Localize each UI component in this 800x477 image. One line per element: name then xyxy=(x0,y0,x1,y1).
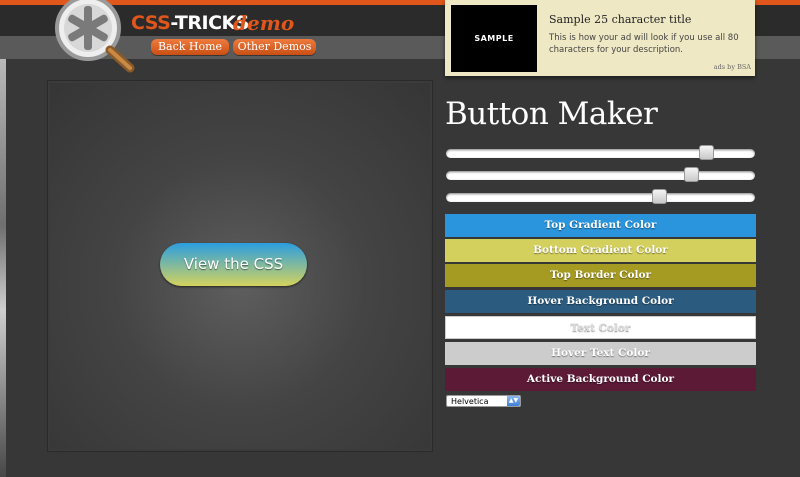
font-size-slider[interactable] xyxy=(446,189,755,204)
hover-text-color-swatch[interactable]: Hover Text Color xyxy=(445,342,756,365)
hover-background-color-swatch[interactable]: Hover Background Color xyxy=(445,290,756,313)
ad-title[interactable]: Sample 25 character title xyxy=(549,13,691,26)
font-select-value: Helvetica xyxy=(451,397,489,406)
active-background-color-swatch[interactable]: Active Background Color xyxy=(445,368,756,391)
site-logo-text[interactable]: CSS-TRICKS xyxy=(131,11,249,35)
bottom-gradient-color-swatch[interactable]: Bottom Gradient Color xyxy=(445,239,756,262)
other-demos-button[interactable]: Other Demos xyxy=(233,39,316,55)
magnifier-logo-icon[interactable] xyxy=(48,0,144,74)
top-gradient-color-swatch[interactable]: Top Gradient Color xyxy=(445,214,756,237)
padding-slider[interactable] xyxy=(446,167,755,182)
page-title: Button Maker xyxy=(445,96,658,132)
view-css-button[interactable]: View the CSS xyxy=(160,243,307,286)
logo-demo-label: demo xyxy=(233,11,295,35)
logo-css: CSS xyxy=(131,12,171,34)
ad-image[interactable]: SAMPLE xyxy=(451,5,537,72)
ad-byline[interactable]: ads by BSA xyxy=(714,63,751,71)
text-color-swatch[interactable]: Text Color xyxy=(445,316,756,339)
font-family-select[interactable]: Helvetica ▲▼ xyxy=(446,395,521,407)
slider-thumb[interactable] xyxy=(698,145,714,160)
slider-thumb[interactable] xyxy=(684,167,700,182)
left-edge-strip xyxy=(0,59,6,477)
border-radius-slider[interactable] xyxy=(446,145,755,160)
ad-description: This is how your ad will look if you use… xyxy=(549,33,739,55)
ad-banner[interactable]: SAMPLE Sample 25 character title This is… xyxy=(445,0,755,76)
back-home-button[interactable]: Back Home xyxy=(151,39,229,55)
top-border-color-swatch[interactable]: Top Border Color xyxy=(445,264,756,287)
select-arrows-icon: ▲▼ xyxy=(507,396,520,406)
slider-thumb[interactable] xyxy=(651,189,667,204)
